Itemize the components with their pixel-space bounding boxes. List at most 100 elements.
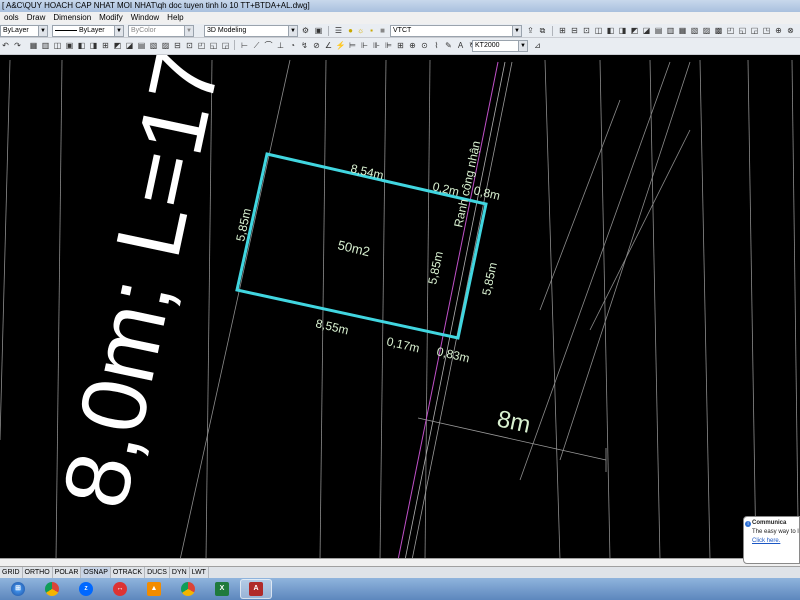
tool-icon[interactable]: ▩ — [713, 25, 724, 37]
workspace-save-icon[interactable]: ▣ — [313, 25, 324, 37]
tool-icon[interactable]: ⊟ — [569, 25, 580, 37]
chevron-down-icon: ▼ — [512, 26, 521, 36]
tool-icon[interactable]: ▦ — [677, 25, 688, 37]
dim-text-edit-icon[interactable]: A — [455, 40, 466, 52]
menu-tools[interactable]: ools — [0, 12, 23, 24]
layer-name-combo[interactable]: VTCT ▼ — [390, 25, 522, 37]
tool-icon[interactable]: ◩ — [629, 25, 640, 37]
baseline-icon[interactable]: ⊨ — [347, 40, 358, 52]
dim-break-icon[interactable]: ⊫ — [383, 40, 394, 52]
tool-icon[interactable]: ◫ — [52, 40, 63, 52]
menu-help[interactable]: Help — [163, 12, 187, 24]
linetype-combo[interactable]: ByLayer ▼ — [52, 25, 124, 37]
ordinate-icon[interactable]: ⊥ — [275, 40, 286, 52]
notification-popup[interactable]: i Communica The easy way to le Click her… — [743, 516, 800, 564]
tool-icon[interactable]: ◪ — [641, 25, 652, 37]
dim-space-icon[interactable]: ⊪ — [371, 40, 382, 52]
menu-draw[interactable]: Draw — [23, 12, 50, 24]
layer-lock-icon[interactable]: ▪ — [366, 25, 377, 37]
status-ortho[interactable]: ORTHO — [23, 567, 53, 578]
tool-icon[interactable]: ◲ — [220, 40, 231, 52]
tool-icon[interactable]: ⊗ — [785, 25, 796, 37]
tool-icon[interactable]: ▨ — [701, 25, 712, 37]
status-lwt[interactable]: LWT — [190, 567, 209, 578]
tool-icon[interactable]: ◫ — [593, 25, 604, 37]
linear-dimension-icon[interactable]: ⊢ — [239, 40, 250, 52]
tool-icon[interactable]: ◳ — [761, 25, 772, 37]
continue-icon[interactable]: ⊩ — [359, 40, 370, 52]
taskbar-autocad[interactable]: A — [240, 579, 272, 599]
layer-freeze-icon[interactable]: ☼ — [355, 25, 366, 37]
tool-icon[interactable]: ◨ — [88, 40, 99, 52]
angular-icon[interactable]: ∠ — [323, 40, 334, 52]
menu-dimension[interactable]: Dimension — [49, 12, 95, 24]
taskbar-zalo[interactable]: Z — [70, 579, 102, 599]
tool-icon[interactable]: ⊟ — [172, 40, 183, 52]
dim-edit-icon[interactable]: ✎ — [443, 40, 454, 52]
tool-icon[interactable]: ▨ — [160, 40, 171, 52]
layer-combo[interactable]: ByLayer ▼ — [0, 25, 48, 37]
tool-icon[interactable]: ◰ — [196, 40, 207, 52]
tool-icon[interactable]: ▧ — [148, 40, 159, 52]
color-combo[interactable]: ByColor ▼ — [128, 25, 194, 37]
tool-icon[interactable]: ◨ — [617, 25, 628, 37]
menu-modify[interactable]: Modify — [95, 12, 127, 24]
workspace-combo[interactable]: 3D Modeling ▼ — [204, 25, 298, 37]
status-otrack[interactable]: OTRACK — [111, 567, 146, 578]
drawing-canvas[interactable]: 8,54m 8,55m 5,85m 5,85m 5,85m 0,2m 0,8m … — [0, 55, 800, 565]
notification-link[interactable]: Click here. — [752, 538, 796, 544]
tool-icon[interactable]: ▤ — [136, 40, 147, 52]
tool-icon[interactable]: ⊡ — [581, 25, 592, 37]
inspection-icon[interactable]: ⊙ — [419, 40, 430, 52]
redo-icon[interactable]: ↷ — [12, 40, 23, 52]
tool-icon[interactable]: ◰ — [725, 25, 736, 37]
jogged-icon[interactable]: ↯ — [299, 40, 310, 52]
status-osnap[interactable]: OSNAP — [81, 567, 111, 578]
dim-style-combo[interactable]: KT2000 ▼ — [472, 40, 528, 52]
menu-window[interactable]: Window — [127, 12, 163, 24]
tool-icon[interactable]: ⊕ — [773, 25, 784, 37]
tool-icon[interactable]: ⊞ — [100, 40, 111, 52]
tool-icon[interactable]: ⊞ — [557, 25, 568, 37]
tool-icon[interactable]: ◪ — [124, 40, 135, 52]
layer-color-icon[interactable]: ■ — [377, 25, 388, 37]
taskbar-vlc[interactable]: ▲ — [138, 579, 170, 599]
status-dyn[interactable]: DYN — [170, 567, 190, 578]
command-line[interactable] — [0, 558, 800, 566]
tool-icon[interactable]: ▧ — [689, 25, 700, 37]
radius-icon[interactable]: ◔ — [287, 40, 298, 52]
tool-icon[interactable]: ◩ — [112, 40, 123, 52]
tool-icon[interactable]: ◧ — [605, 25, 616, 37]
taskbar-chrome-2[interactable] — [172, 579, 204, 599]
tool-icon[interactable]: ▣ — [64, 40, 75, 52]
tool-icon[interactable]: ⊡ — [184, 40, 195, 52]
tool-icon[interactable]: ◱ — [208, 40, 219, 52]
quick-dimension-icon[interactable]: ⚡ — [335, 40, 346, 52]
layer-previous-icon[interactable]: ⧉ — [537, 25, 548, 37]
start-button[interactable]: ⊞ — [2, 579, 34, 599]
taskbar-chrome[interactable] — [36, 579, 68, 599]
tool-icon[interactable]: ▥ — [665, 25, 676, 37]
workspace-settings-icon[interactable]: ⚙ — [300, 25, 311, 37]
undo-icon[interactable]: ↶ — [0, 40, 11, 52]
tool-icon[interactable]: ◧ — [76, 40, 87, 52]
tolerance-icon[interactable]: ⊞ — [395, 40, 406, 52]
status-ducs[interactable]: DUCS — [145, 567, 170, 578]
tool-icon[interactable]: ◱ — [737, 25, 748, 37]
status-grid[interactable]: GRID — [0, 567, 23, 578]
aligned-dimension-icon[interactable]: ⟋ — [251, 40, 262, 52]
tool-icon[interactable]: ▦ — [28, 40, 39, 52]
dim-style-icon[interactable]: ⊿ — [532, 40, 543, 52]
status-polar[interactable]: POLAR — [53, 567, 82, 578]
arc-length-icon[interactable]: ⌒ — [263, 40, 274, 52]
tool-icon[interactable]: ◲ — [749, 25, 760, 37]
tool-icon[interactable]: ▤ — [653, 25, 664, 37]
make-current-icon[interactable]: ⇪ — [525, 25, 536, 37]
layer-manager-icon[interactable]: ☰ — [333, 25, 344, 37]
taskbar-teamviewer[interactable]: ↔ — [104, 579, 136, 599]
diameter-icon[interactable]: ⊘ — [311, 40, 322, 52]
tool-icon[interactable]: ▥ — [40, 40, 51, 52]
jogged-linear-icon[interactable]: ⌇ — [431, 40, 442, 52]
center-mark-icon[interactable]: ⊕ — [407, 40, 418, 52]
taskbar-excel[interactable]: X — [206, 579, 238, 599]
